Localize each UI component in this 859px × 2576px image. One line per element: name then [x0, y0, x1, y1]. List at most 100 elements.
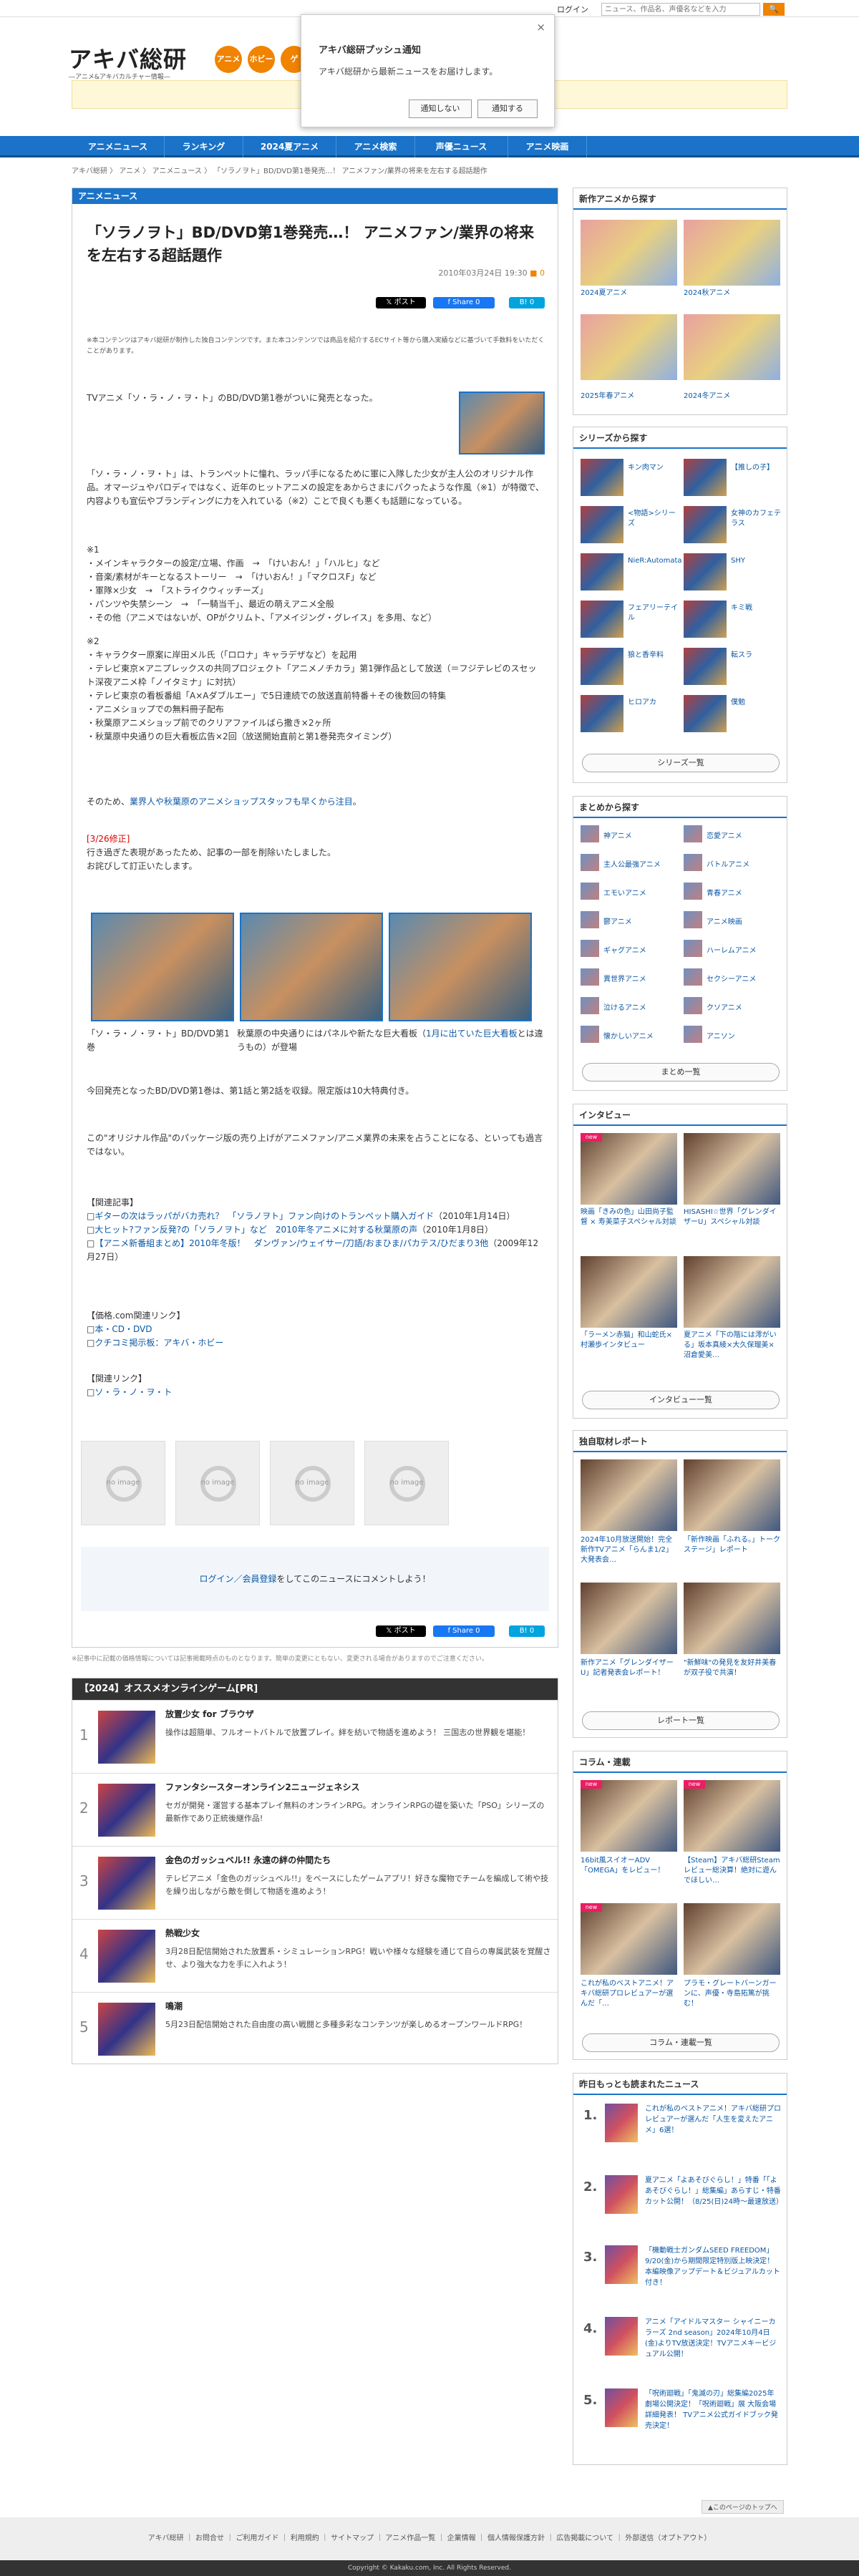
series-thumb[interactable]	[684, 601, 727, 638]
series-thumb[interactable]	[581, 506, 623, 543]
interview-link[interactable]: HISASHI☆世界「グレンダイザーU」スペシャル対談	[684, 1207, 780, 1228]
ranking-item[interactable]: 5 鳴潮 5月23日配信開始された自由度の高い戦闘と多種多彩なコンテンツが楽しめるオ…	[72, 1992, 558, 2064]
interview-link[interactable]: 夏アニメ「下の階には澪がいる」坂本真綾×大久保瑠美×沼倉愛美…	[684, 1331, 780, 1361]
interview-link[interactable]: 映画「きみの色」山田尚子監督 × 寿美菜子スペシャル対談	[581, 1207, 677, 1228]
nav-voice-news[interactable]: 声優ニュース	[415, 136, 508, 157]
series-link[interactable]: キミ戦	[731, 603, 781, 613]
no-image-thumb[interactable]: no image	[364, 1441, 449, 1525]
column-thumb[interactable]	[684, 1903, 780, 1975]
login-register-link[interactable]: ログイン／会員登録	[199, 1574, 276, 1584]
series-link[interactable]: 狼と香辛料	[628, 651, 678, 661]
x-share-button[interactable]: 𝕏 ポスト	[376, 1625, 426, 1637]
series-thumb[interactable]	[581, 601, 623, 638]
report-thumb[interactable]	[684, 1583, 780, 1654]
allow-button[interactable]: 通知する	[477, 99, 538, 118]
series-link[interactable]: キン肉マン	[628, 463, 678, 473]
news-thumb[interactable]	[605, 2245, 638, 2284]
new-anime-thumb[interactable]	[581, 314, 677, 380]
ranking-item[interactable]: 2 ファンタシースターオンライン2ニュージェネシス セガが開発・運営する基本プレイ無…	[72, 1773, 558, 1844]
report-thumb[interactable]	[684, 1459, 780, 1531]
series-thumb[interactable]	[684, 459, 727, 496]
series-link[interactable]: 女神のカフェテラス	[731, 509, 781, 529]
news-thumb[interactable]	[605, 2388, 638, 2427]
x-share-button[interactable]: 𝕏 ポスト	[376, 297, 426, 308]
nav-ranking[interactable]: ランキング	[165, 136, 243, 157]
no-image-thumb[interactable]: no image	[175, 1441, 260, 1525]
inline-link[interactable]: 業界人や秋葉原のアニメショップスタッフも早くから注目	[130, 797, 353, 807]
news-thumb[interactable]	[605, 2175, 638, 2214]
related-link[interactable]: 【アニメ新番組まとめ】2010年冬版！ ダンヴァン/ウェイサー/刀語/おまひま/…	[94, 1238, 488, 1248]
deny-button[interactable]: 通知しない	[409, 99, 472, 118]
facebook-share-button[interactable]: f Share 0	[433, 1625, 495, 1637]
column-thumb[interactable]	[581, 1780, 677, 1852]
interview-thumb[interactable]	[581, 1133, 677, 1205]
news-thumb[interactable]	[605, 2104, 638, 2142]
column-more-button[interactable]: コラム・連載一覧	[582, 2033, 780, 2052]
photo-akiba-panel[interactable]	[240, 913, 383, 1021]
new-anime-link[interactable]: 2024秋アニメ	[684, 288, 780, 298]
column-link[interactable]: これが私のベストアニメ！アキバ総研プロレビュアーが選んだ「…	[581, 1979, 677, 2009]
column-thumb[interactable]	[581, 1903, 677, 1975]
report-link[interactable]: "新鮮味"の発見を友好井美春が双子役で共演！	[684, 1658, 780, 1678]
series-link[interactable]: <物語>シリーズ	[628, 509, 678, 529]
matome-link[interactable]: 神アニメ	[603, 830, 632, 840]
external-link[interactable]: ソ・ラ・ノ・ヲ・ト	[94, 1387, 172, 1397]
new-anime-link[interactable]: 2025年春アニメ	[581, 392, 677, 402]
matome-link[interactable]: アニソン	[707, 1030, 735, 1041]
series-thumb[interactable]	[581, 553, 623, 590]
price-link[interactable]: 本・CD・DVD	[94, 1324, 152, 1334]
photo-bd-package[interactable]	[91, 913, 234, 1021]
series-thumb[interactable]	[684, 506, 727, 543]
related-link[interactable]: ギターの次はラッパがバカ売れ？ 「ソラノヲト」ファン向けのトランペット購入ガイド	[94, 1211, 434, 1221]
interview-thumb[interactable]	[581, 1256, 677, 1328]
related-link[interactable]: 大ヒット?ファン反発?の「ソラノヲト」など 2010年冬アニメに対する秋葉原の声	[94, 1225, 417, 1235]
nav-anime-movie[interactable]: アニメ映画	[508, 136, 587, 157]
category-anime[interactable]: アニメ	[215, 46, 242, 73]
interview-thumb[interactable]	[684, 1256, 780, 1328]
new-anime-link[interactable]: 2024冬アニメ	[684, 392, 780, 402]
series-link[interactable]: 転スラ	[731, 651, 781, 661]
column-link[interactable]: 16bit風スイオーADV「OMEGA」をレビュー！	[581, 1856, 677, 1876]
series-link[interactable]: ヒロアカ	[628, 698, 678, 708]
matome-link[interactable]: 泣けるアニメ	[603, 1001, 646, 1012]
matome-link[interactable]: 異世界アニメ	[603, 973, 646, 983]
interview-thumb[interactable]	[684, 1133, 780, 1205]
hatena-button[interactable]: B! 0	[509, 1625, 545, 1637]
series-link[interactable]: SHY	[731, 556, 781, 566]
series-link[interactable]: 【推しの子】	[731, 463, 781, 473]
report-more-button[interactable]: レポート一覧	[582, 1711, 780, 1730]
series-more-button[interactable]: シリーズ一覧	[582, 754, 780, 772]
matome-more-button[interactable]: まとめ一覧	[582, 1063, 780, 1082]
report-link[interactable]: 「新作映画「ふれる。」トークステージ」レポート	[684, 1535, 780, 1555]
news-link[interactable]: 夏アニメ「よあそびぐらし！」特番「「よあそびぐらし！」総集編」あらすじ・特番カッ…	[645, 2175, 783, 2207]
interview-more-button[interactable]: インタビュー一覧	[582, 1391, 780, 1409]
interview-link[interactable]: 「ラーメン赤猫」和山蛇氏×村瀬歩インタビュー	[581, 1331, 677, 1351]
hatena-button[interactable]: B! 0	[509, 297, 545, 308]
series-thumb[interactable]	[581, 648, 623, 685]
back-to-top-link[interactable]: ▲このページのトップへ	[702, 2500, 784, 2514]
news-link[interactable]: 「呪術廻戦」「鬼滅の刃」総集編2025年劇場公開決定！「呪術廻戦」展 大阪会場詳…	[645, 2388, 781, 2431]
news-link[interactable]: 「機動戦士ガンダムSEED FREEDOM」9/20(金)から期間限定特別版上映…	[645, 2245, 781, 2288]
news-link[interactable]: これが私のベストアニメ！アキバ総研プロレビュアーが選んだ「人生を変えたアニメ」6…	[645, 2104, 781, 2136]
report-thumb[interactable]	[581, 1583, 677, 1654]
ranking-item[interactable]: 1 放置少女 for ブラウザ 操作は超簡単、フルオートバトルで放置プレイ。絆を紡い…	[72, 1700, 558, 1771]
no-image-thumb[interactable]: no image	[270, 1441, 354, 1525]
matome-link[interactable]: 青春アニメ	[707, 887, 742, 898]
news-thumb[interactable]	[605, 2317, 638, 2356]
report-link[interactable]: 新作アニメ「グレンダイザーU」記者発表会レポート！	[581, 1658, 677, 1678]
new-anime-thumb[interactable]	[581, 220, 677, 286]
matome-link[interactable]: 鬱アニメ	[603, 915, 632, 926]
matome-link[interactable]: 主人公最強アニメ	[603, 858, 661, 869]
breadcrumb[interactable]: アキバ総研 〉 アニメ 〉 アニメニュース 〉 「ソラノヲト」BD/DVD第1巻…	[72, 165, 487, 175]
matome-link[interactable]: 懐かしいアニメ	[603, 1030, 654, 1041]
no-image-thumb[interactable]: no image	[81, 1441, 165, 1525]
nav-anime-news[interactable]: アニメニュース	[72, 136, 165, 157]
new-anime-thumb[interactable]	[684, 314, 780, 380]
matome-link[interactable]: エモいアニメ	[603, 887, 646, 898]
ranking-item[interactable]: 4 熱戦少女 3月28日配信開始された放置系・シミュレーションRPG！戦いや様々な経…	[72, 1919, 558, 1991]
footer-links[interactable]: アキバ総研 ｜ お問合せ ｜ ご利用ガイド ｜ 利用規約 ｜ サイトマップ ｜ …	[0, 2517, 859, 2560]
site-logo[interactable]: アキバ総研	[69, 42, 187, 74]
series-thumb[interactable]	[581, 459, 623, 496]
category-hobby[interactable]: ホビー	[248, 46, 275, 73]
search-button[interactable]: 🔍	[763, 3, 785, 16]
